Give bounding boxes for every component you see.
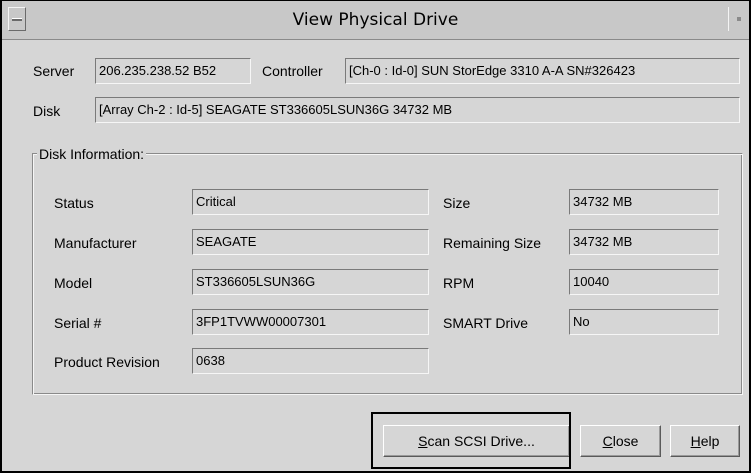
size-label: Size — [443, 195, 471, 211]
close-button[interactable]: Close — [580, 425, 661, 457]
smart-drive-field: No — [569, 309, 719, 335]
scan-button-highlight — [371, 412, 571, 469]
rpm-label: RPM — [443, 275, 475, 291]
serial-field: 3FP1TVWW00007301 — [192, 309, 429, 335]
view-physical-drive-dialog: View Physical Drive Server 206.235.238.5… — [0, 0, 751, 473]
title-bar[interactable]: View Physical Drive — [2, 1, 749, 40]
minimize-button[interactable] — [728, 7, 745, 31]
help-label: elp — [700, 433, 720, 449]
disk-label: Disk — [33, 103, 61, 119]
model-label: Model — [54, 275, 93, 291]
window-title: View Physical Drive — [292, 10, 459, 30]
server-field: 206.235.238.52 B52 — [95, 58, 251, 84]
manufacturer-label: Manufacturer — [54, 235, 137, 251]
rpm-field: 10040 — [569, 269, 719, 295]
remaining-size-label: Remaining Size — [443, 235, 542, 251]
manufacturer-field: SEAGATE — [192, 229, 429, 255]
remaining-size-field: 34732 MB — [569, 229, 719, 255]
serial-label: Serial # — [54, 315, 102, 331]
status-label: Status — [54, 195, 94, 211]
status-field: Critical — [192, 189, 429, 215]
disk-information-title: Disk Information: — [37, 146, 147, 162]
controller-label: Controller — [262, 63, 323, 79]
help-mnemonic: H — [690, 433, 701, 449]
help-button[interactable]: Help — [670, 425, 740, 457]
product-revision-field: 0638 — [192, 348, 429, 374]
minimize-icon — [737, 17, 741, 21]
model-field: ST336605LSUN36G — [192, 269, 429, 295]
controller-field: [Ch-0 : Id-0] SUN StorEdge 3310 A-A SN#3… — [345, 58, 740, 84]
smart-drive-label: SMART Drive — [443, 315, 529, 331]
close-label: lose — [612, 433, 639, 449]
product-revision-label: Product Revision — [54, 354, 160, 370]
server-label: Server — [33, 63, 75, 79]
disk-field: [Array Ch-2 : Id-5] SEAGATE ST336605LSUN… — [95, 97, 740, 123]
window-menu-icon — [12, 18, 22, 21]
window-menu-button[interactable] — [8, 7, 26, 31]
close-mnemonic: C — [602, 433, 613, 449]
size-field: 34732 MB — [569, 189, 719, 215]
